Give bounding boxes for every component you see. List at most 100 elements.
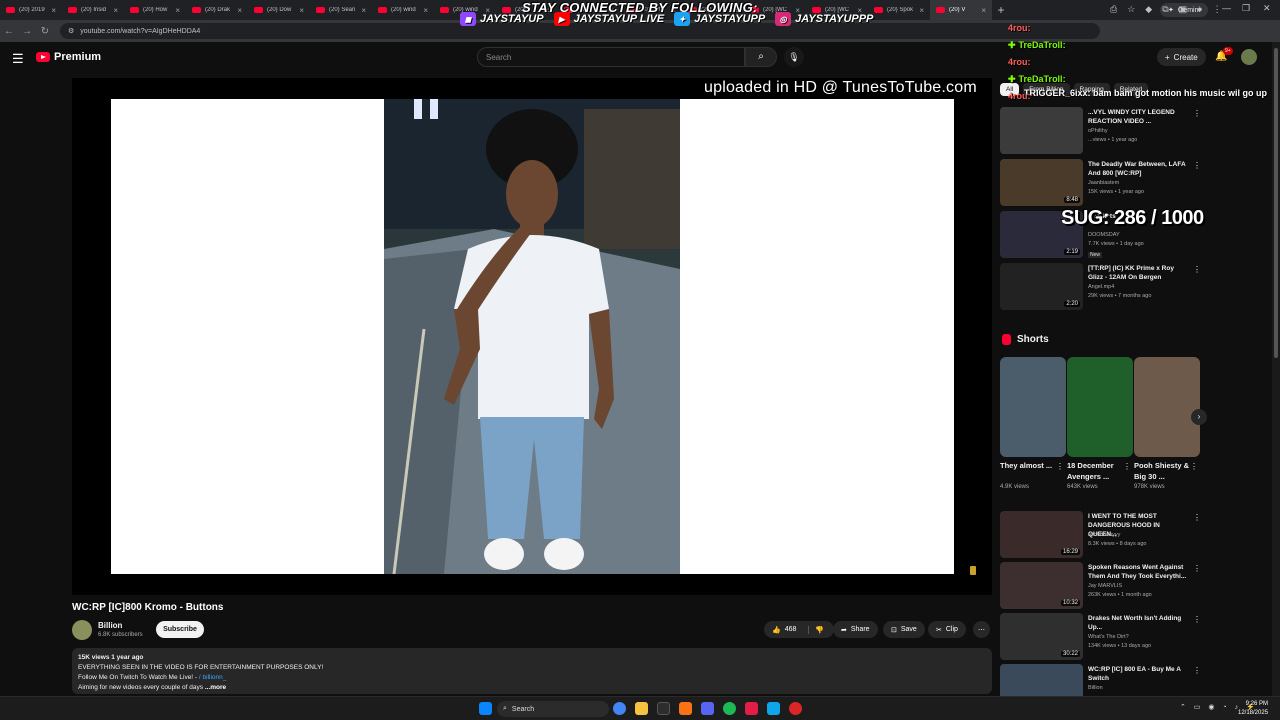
recommended-title[interactable]: [TT:RP] (IC) KK Prime x Roy Glizz - 12AM… bbox=[1088, 264, 1188, 282]
close-tab-icon[interactable]: × bbox=[237, 6, 242, 15]
app-icon[interactable] bbox=[679, 702, 692, 715]
more-options-icon[interactable]: ⋮ bbox=[1190, 462, 1198, 471]
recommended-channel[interactable]: ashhhbabyyy bbox=[1088, 532, 1120, 538]
more-options-icon[interactable]: ⋮ bbox=[1193, 513, 1201, 522]
browser-tab[interactable]: (20) wind × bbox=[372, 0, 434, 20]
more-options-icon[interactable]: ⋮ bbox=[1123, 462, 1131, 471]
back-icon[interactable]: ← bbox=[0, 26, 18, 37]
puzzle-icon[interactable]: ⧉ bbox=[1162, 4, 1168, 15]
extension-icon[interactable]: ◆ bbox=[1145, 4, 1152, 15]
close-tab-icon[interactable]: × bbox=[981, 6, 986, 15]
close-tab-icon[interactable]: × bbox=[113, 6, 118, 15]
browser-tab[interactable]: (20) Sean × bbox=[310, 0, 372, 20]
more-options-icon[interactable]: ⋮ bbox=[1056, 462, 1064, 471]
maximize-button[interactable]: ❐ bbox=[1242, 3, 1250, 14]
browser-tab[interactable]: (20) Insid × bbox=[62, 0, 124, 20]
browser-tab[interactable]: (20) How × bbox=[124, 0, 186, 20]
short-title[interactable]: 18 December Avengers ... bbox=[1067, 460, 1123, 482]
like-icon[interactable]: 👍 bbox=[772, 626, 781, 634]
bookmark-star-icon[interactable]: ☆ bbox=[1127, 4, 1135, 15]
recommended-title[interactable]: WC:RP [IC] 800 EA - Buy Me A Switch bbox=[1088, 665, 1188, 683]
recommended-video[interactable]: 8:48 The Deadly War Between, LAFA And 800… bbox=[1000, 159, 1201, 209]
more-options-icon[interactable]: ⋮ bbox=[1193, 265, 1201, 274]
recommended-title[interactable]: Spoken Reasons Went Against Them And The… bbox=[1088, 563, 1188, 581]
recommended-channel[interactable]: DOOMSDAY bbox=[1088, 232, 1120, 238]
youtube-logo[interactable]: Premium bbox=[36, 51, 101, 63]
edge-icon[interactable] bbox=[767, 702, 780, 715]
like-count[interactable]: 468 bbox=[785, 626, 797, 633]
short-title[interactable]: They almost ... bbox=[1000, 460, 1056, 471]
recommended-channel[interactable]: Jay MARVLIS bbox=[1088, 583, 1122, 589]
forward-icon[interactable]: → bbox=[18, 26, 36, 37]
recommended-title[interactable]: Drakes Net Worth Isn't Adding Up... bbox=[1088, 614, 1188, 632]
search-button[interactable]: ⌕ bbox=[745, 47, 777, 67]
clip-button[interactable]: ✂ Clip bbox=[928, 621, 966, 638]
video-thumbnail[interactable]: 10:32 bbox=[1000, 562, 1083, 609]
browser-tab[interactable]: (20) 2019 × bbox=[0, 0, 62, 20]
close-tab-icon[interactable]: × bbox=[175, 6, 180, 15]
close-tab-icon[interactable]: × bbox=[299, 6, 304, 15]
close-window-button[interactable]: ✕ bbox=[1263, 3, 1271, 14]
install-icon[interactable]: ⎙ bbox=[1110, 4, 1117, 15]
recommended-video[interactable]: 10:32 Spoken Reasons Went Against Them An… bbox=[1000, 562, 1201, 612]
more-options-icon[interactable]: ⋮ bbox=[1193, 564, 1201, 573]
recommended-title[interactable]: The Deadly War Between, LAFA And 800 [WC… bbox=[1088, 160, 1188, 178]
search-input[interactable]: Search bbox=[477, 47, 745, 67]
share-button[interactable]: ➦ Share bbox=[833, 621, 878, 638]
recommended-channel[interactable]: Billion bbox=[1088, 685, 1103, 691]
browser-tab[interactable]: (20) Drak × bbox=[186, 0, 248, 20]
close-tab-icon[interactable]: × bbox=[51, 6, 56, 15]
video-thumbnail[interactable] bbox=[1000, 107, 1083, 154]
recommended-video[interactable]: ...VYL WINDY CITY LEGEND REACTION VIDEO … bbox=[1000, 107, 1201, 157]
site-info-icon[interactable]: ⚙ bbox=[68, 27, 74, 35]
spotify-icon[interactable] bbox=[723, 702, 736, 715]
browser-tab[interactable]: (20) Spok × bbox=[868, 0, 930, 20]
recommended-channel[interactable]: Angel.mp4 bbox=[1088, 284, 1114, 290]
browser-tab[interactable]: (20) Dow × bbox=[248, 0, 310, 20]
scrollbar-thumb[interactable] bbox=[1274, 48, 1278, 358]
video-thumbnail[interactable]: 30:22 bbox=[1000, 613, 1083, 660]
recommended-video[interactable]: 2:20 [TT:RP] (IC) KK Prime x Roy Glizz - … bbox=[1000, 263, 1201, 313]
recommended-title[interactable]: ...VYL WINDY CITY LEGEND REACTION VIDEO … bbox=[1088, 108, 1188, 126]
account-avatar[interactable] bbox=[1241, 49, 1257, 65]
short-title[interactable]: Pooh Shiesty & Big 30 ... bbox=[1134, 460, 1190, 482]
reload-icon[interactable]: ↻ bbox=[36, 26, 54, 37]
file-explorer-icon[interactable] bbox=[635, 702, 648, 715]
video-thumbnail[interactable]: 16:29 bbox=[1000, 511, 1083, 558]
more-options-icon[interactable]: ⋮ bbox=[1193, 615, 1201, 624]
more-link[interactable]: ...more bbox=[205, 684, 226, 691]
video-description[interactable]: 15K views 1 year ago EVERYTHING SEEN IN … bbox=[72, 648, 992, 694]
short-thumbnail[interactable] bbox=[1000, 357, 1066, 457]
profile-icon[interactable]: ● bbox=[1197, 4, 1202, 15]
more-options-icon[interactable]: ⋮ bbox=[1193, 161, 1201, 170]
video-frame[interactable] bbox=[384, 99, 680, 574]
video-thumbnail[interactable]: 8:48 bbox=[1000, 159, 1083, 206]
create-button[interactable]: + Create bbox=[1157, 48, 1206, 66]
shorts-next-button[interactable]: › bbox=[1191, 409, 1207, 425]
media-app-icon[interactable] bbox=[745, 702, 758, 715]
taskbar-clock[interactable]: 9:26 PM 12/18/2025 bbox=[1238, 700, 1268, 718]
twitch-handle-link[interactable]: / billionn_ bbox=[199, 674, 226, 681]
taskbar-search[interactable]: ⌕ Search bbox=[497, 701, 609, 717]
save-button[interactable]: ⊡ Save bbox=[883, 621, 925, 638]
split-icon[interactable]: ▣ bbox=[1179, 4, 1188, 15]
channel-avatar[interactable] bbox=[72, 620, 92, 640]
short-thumbnail[interactable] bbox=[1134, 357, 1200, 457]
new-tab-button[interactable]: + bbox=[992, 3, 1010, 17]
video-thumbnail[interactable]: 2:20 bbox=[1000, 263, 1083, 310]
voice-search-button[interactable]: 🎙 bbox=[784, 47, 804, 67]
more-options-icon[interactable]: ⋮ bbox=[1193, 109, 1201, 118]
more-options-icon[interactable]: ⋮ bbox=[1193, 666, 1201, 675]
channel-name[interactable]: Billion bbox=[98, 621, 122, 630]
recommended-video[interactable]: 30:22 Drakes Net Worth Isn't Adding Up...… bbox=[1000, 613, 1201, 663]
hamburger-menu-icon[interactable]: ☰ bbox=[12, 51, 24, 67]
windows-start-icon[interactable] bbox=[479, 702, 492, 715]
close-tab-icon[interactable]: × bbox=[919, 6, 924, 15]
chrome-icon[interactable] bbox=[613, 702, 626, 715]
close-tab-icon[interactable]: × bbox=[423, 6, 428, 15]
minimize-button[interactable]: — bbox=[1222, 3, 1231, 13]
more-actions-button[interactable]: ⋯ bbox=[973, 621, 990, 638]
dislike-icon[interactable]: 👎 bbox=[808, 625, 824, 634]
subscribe-button[interactable]: Subscribe bbox=[156, 621, 204, 638]
browser-tab[interactable]: (20) V × bbox=[930, 0, 992, 20]
